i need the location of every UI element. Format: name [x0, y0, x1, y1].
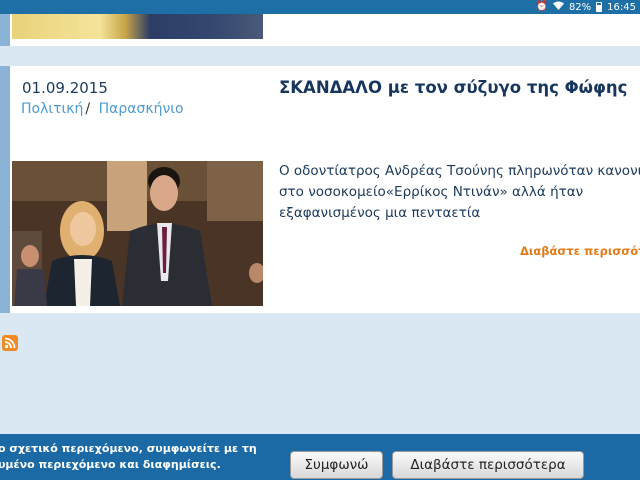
article-photo[interactable] — [12, 161, 263, 306]
cookie-text-line: υμένο περιεχόμενο και διαφημίσεις. — [0, 458, 221, 471]
cookie-text-line: ο σχετικό περιεχόμενο, συμφωνείτε με τη — [0, 442, 257, 455]
status-bar: ⏰ 82% 16:45 — [0, 0, 640, 14]
article-date: 01.09.2015 — [22, 79, 108, 97]
previous-article-card — [0, 14, 640, 46]
cookie-consent-banner: ο σχετικό περιεχόμενο, συμφωνείτε με τη … — [0, 434, 640, 480]
accept-button[interactable]: Συμφωνώ — [290, 451, 383, 479]
excerpt-line: εξαφανισμένος μια πενταετία — [279, 205, 481, 221]
article-categories: Πολιτική / Παρασκήνιο — [21, 101, 184, 117]
article-excerpt: Ο οδοντίατρος Ανδρέας Τσούνης πληρωνόταν… — [279, 161, 640, 224]
card-accent-bar — [0, 66, 10, 313]
battery-icon — [596, 2, 603, 12]
rss-icon[interactable] — [2, 335, 18, 351]
card-accent-bar — [0, 14, 10, 46]
alarm-icon: ⏰ — [535, 1, 548, 12]
previous-article-photo[interactable] — [12, 14, 263, 39]
excerpt-line: Ο οδοντίατρος Ανδρέας Τσούνης πληρωνόταν… — [279, 163, 640, 179]
read-more-link[interactable]: Διαβάστε περισσότερ — [520, 244, 640, 258]
article-card: 01.09.2015 Πολιτική / Παρασκήνιο ΣΚΑΝΔΑΛΟ… — [0, 66, 640, 313]
wifi-icon — [552, 1, 564, 13]
excerpt-line: στο νοσοκομείο«Ερρίκος Ντινάν» αλλά ήταν — [279, 184, 584, 200]
category-link-politics[interactable]: Πολιτική — [21, 101, 83, 117]
cookie-consent-text: ο σχετικό περιεχόμενο, συμφωνείτε με τη … — [0, 441, 257, 473]
category-separator: / — [85, 101, 91, 117]
article-title[interactable]: ΣΚΑΝΔΑΛΟ με τον σύζυγο της Φώφης — [279, 78, 627, 97]
cookie-read-more-button[interactable]: Διαβάστε περισσότερα — [392, 451, 584, 479]
status-time: 16:45 — [607, 1, 636, 13]
battery-percent: 82% — [568, 1, 592, 13]
category-link-backstage[interactable]: Παρασκήνιο — [99, 101, 184, 117]
